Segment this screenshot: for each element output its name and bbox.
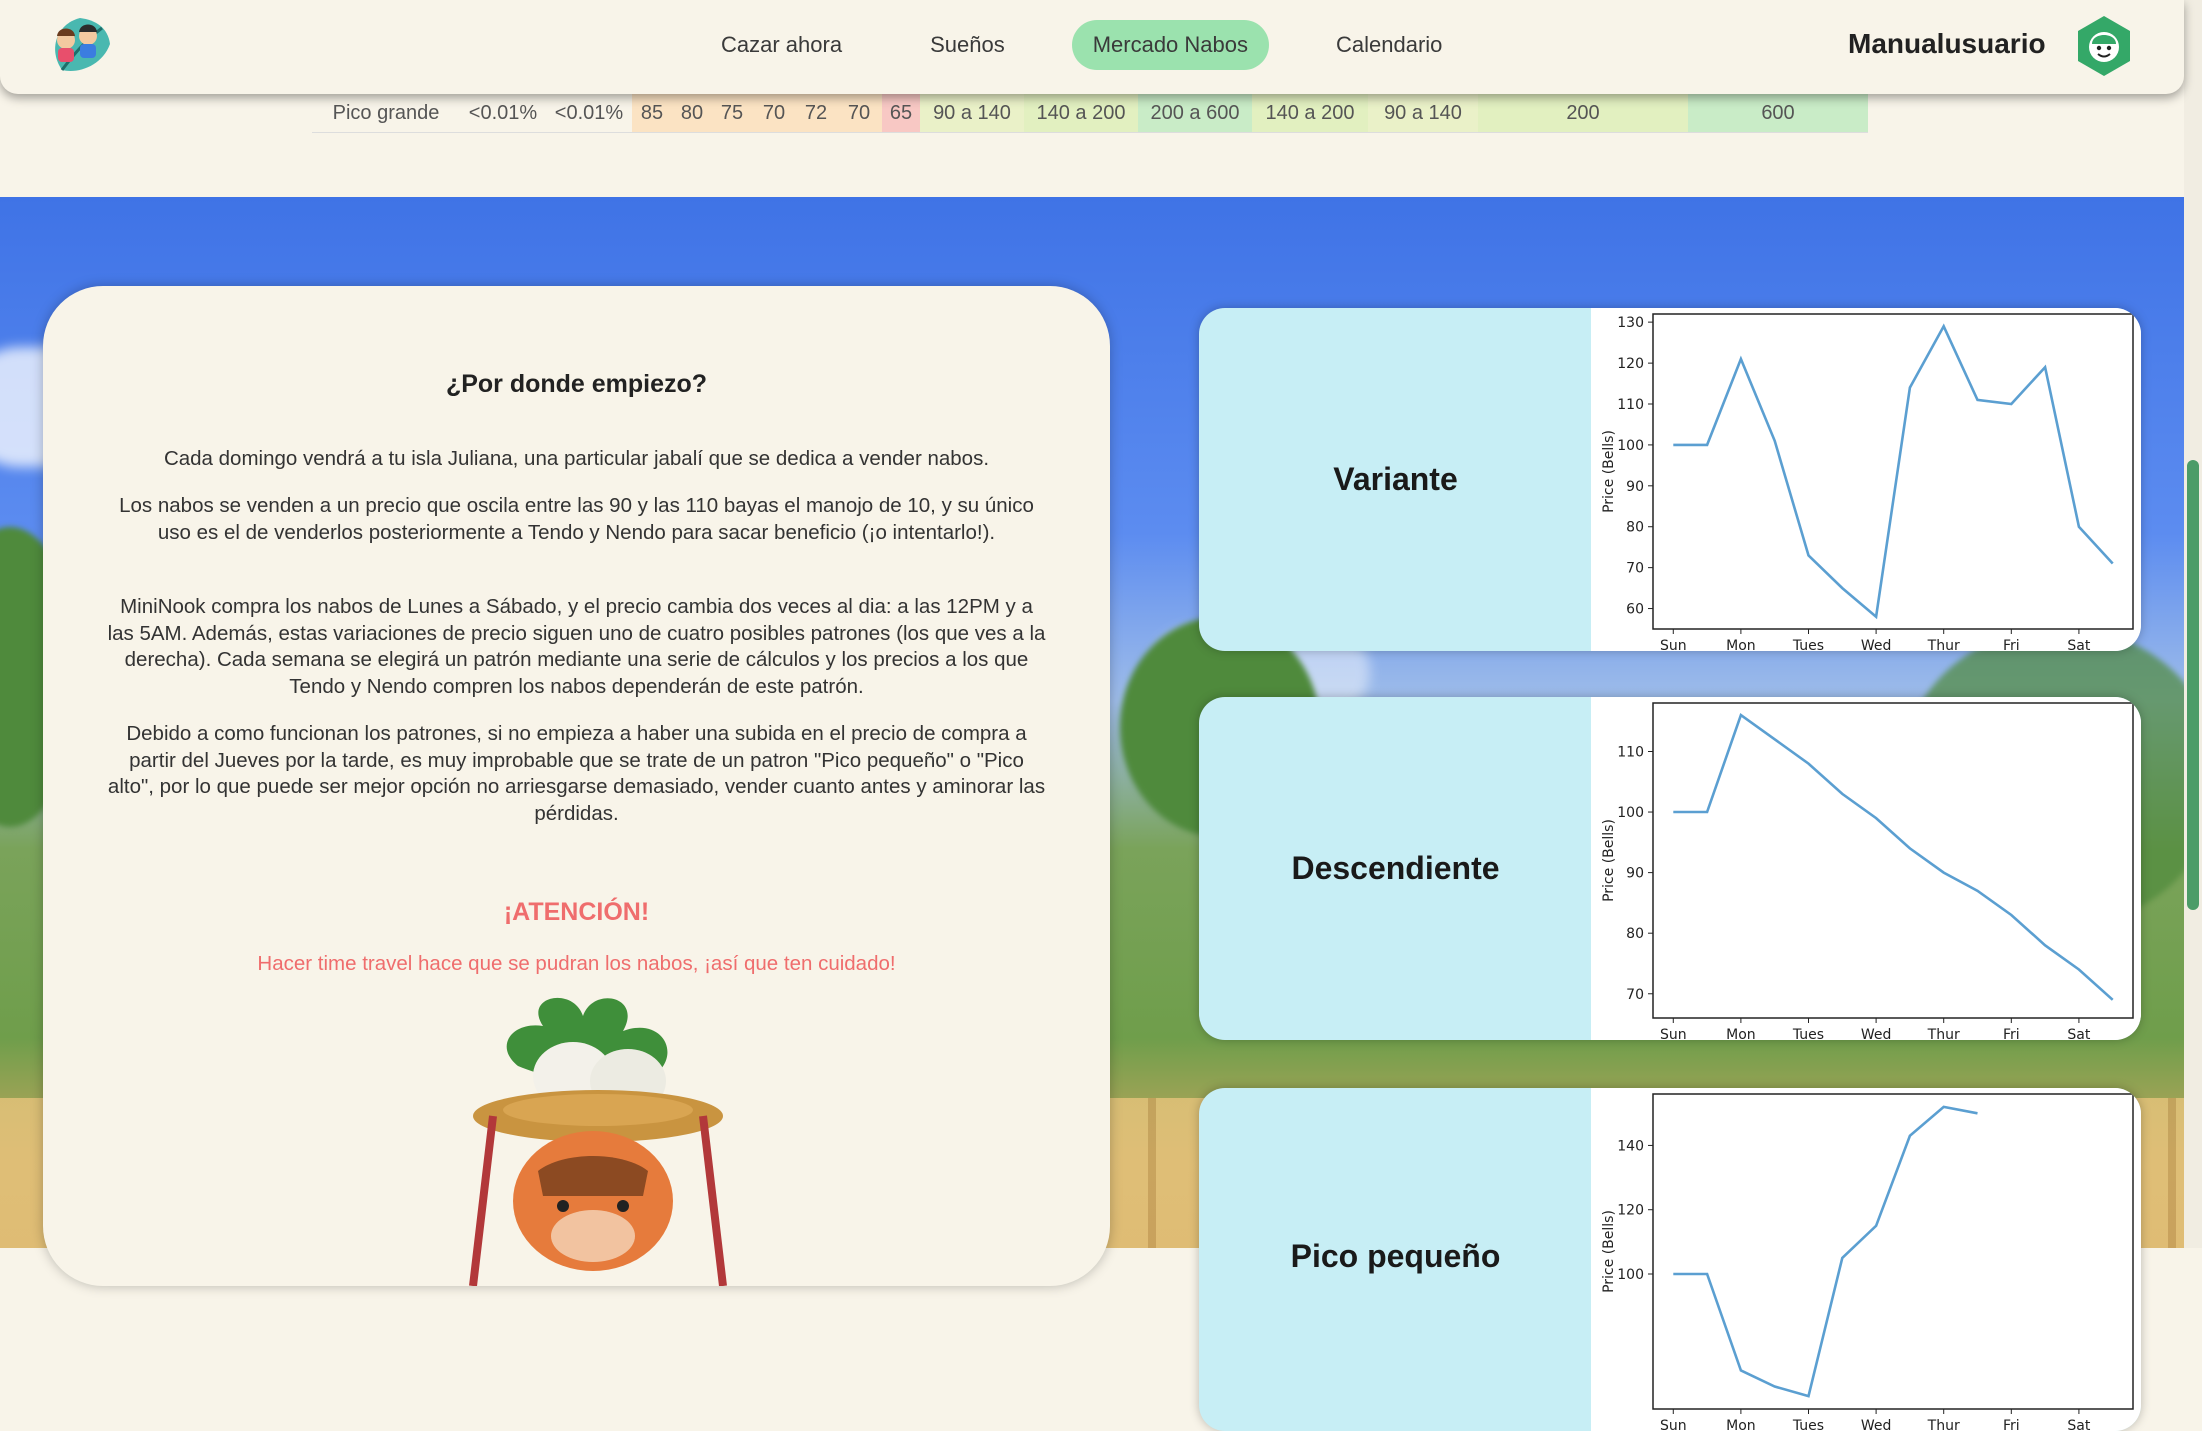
- y-tick-label: 110: [1617, 744, 1644, 760]
- daisy-mae-turnip-illustration: [423, 986, 783, 1286]
- x-tick-label: Sat: [2067, 1027, 2090, 1040]
- y-tick-label: 70: [1626, 561, 1644, 577]
- table-cell: 200: [1478, 94, 1688, 133]
- info-paragraph: Cada domingo vendrá a tu isla Juliana, u…: [105, 446, 1048, 473]
- y-tick-label: 90: [1626, 866, 1644, 882]
- y-tick-label: 100: [1617, 438, 1644, 454]
- y-axis-label: Price (Bells): [1601, 819, 1617, 902]
- y-tick-label: 120: [1617, 1203, 1644, 1219]
- table-cell: 140 a 200: [1252, 94, 1368, 133]
- x-tick-label: Fri: [2003, 1027, 2020, 1040]
- x-tick-label: Sat: [2067, 638, 2090, 651]
- y-axis-label: Price (Bells): [1601, 1210, 1617, 1293]
- scrollbar-thumb[interactable]: [2187, 460, 2199, 910]
- x-tick-label: Wed: [1861, 1027, 1892, 1040]
- price-series-line: [1673, 326, 2112, 616]
- pattern-chart-descendiente: 70 80 90 100 110 Sun Mon Tues Wed Thur Fri Sat Price…: [1591, 697, 2141, 1040]
- table-cell: <0.01%: [546, 94, 632, 133]
- x-tick-label: Wed: [1861, 638, 1892, 651]
- price-chart: 70 80 90 100 110 Sun Mon Tues Wed Thur Fri Sat Price…: [1591, 697, 2141, 1040]
- table-cell: 600: [1688, 94, 1868, 133]
- x-tick-label: Fri: [2003, 1418, 2020, 1431]
- info-paragraph: Debido a como funcionan los patrones, si…: [105, 721, 1048, 827]
- price-series-line: [1673, 1107, 1977, 1396]
- plot-frame: [1653, 1094, 2133, 1409]
- y-tick-label: 140: [1617, 1138, 1644, 1154]
- price-series-line: [1673, 715, 2112, 1000]
- y-tick-label: 70: [1626, 987, 1644, 1003]
- nav-suenos[interactable]: Sueños: [909, 20, 1026, 70]
- table-cell: 75: [712, 94, 752, 133]
- y-tick-label: 110: [1617, 397, 1644, 413]
- avatar[interactable]: [2072, 14, 2136, 78]
- pattern-title: Descendiente: [1199, 697, 1592, 1040]
- table-cell: 80: [672, 94, 712, 133]
- x-tick-label: Tues: [1792, 638, 1824, 651]
- x-tick-label: Wed: [1861, 1418, 1892, 1431]
- top-navbar: Cazar ahora Sueños Mercado Nabos Calenda…: [0, 0, 2184, 94]
- table-cell: <0.01%: [460, 94, 546, 133]
- x-tick-label: Sun: [1660, 1418, 1687, 1431]
- row-label: Pico grande: [312, 94, 460, 133]
- table-cell: 90 a 140: [920, 94, 1024, 133]
- pattern-card-descendiente: Descendiente 70 80 90 100 110 Sun Mon Tues Wed Th…: [1199, 697, 2141, 1040]
- y-tick-label: 100: [1617, 1267, 1644, 1283]
- table-cell: 200 a 600: [1138, 94, 1252, 133]
- info-card: ¿Por donde empiezo? Cada domingo vendrá …: [43, 286, 1110, 1286]
- username[interactable]: Manualusuario: [1848, 28, 2046, 60]
- nav-calendario[interactable]: Calendario: [1315, 20, 1463, 70]
- turnip-price-table: Pico grande <0.01% <0.01% 85 80 75 70 72…: [312, 94, 1868, 133]
- leaf-logo-icon[interactable]: [46, 14, 114, 76]
- table-cell: 140 a 200: [1024, 94, 1138, 133]
- plot-frame: [1653, 314, 2133, 629]
- x-tick-label: Fri: [2003, 638, 2020, 651]
- pattern-chart-pico-pequeno: 100 120 140 Sun Mon Tues Wed Thur Fri Sat Price (B…: [1591, 1088, 2141, 1431]
- page-scrollbar[interactable]: [2184, 0, 2202, 1248]
- y-tick-label: 120: [1617, 356, 1644, 372]
- x-tick-label: Mon: [1726, 1418, 1756, 1431]
- plot-frame: [1653, 703, 2133, 1018]
- nav-mercado-nabos[interactable]: Mercado Nabos: [1072, 20, 1269, 70]
- x-tick-label: Sat: [2067, 1418, 2090, 1431]
- pattern-title: Variante: [1199, 308, 1592, 651]
- info-title: ¿Por donde empiezo?: [43, 370, 1110, 399]
- table-cell: 90 a 140: [1368, 94, 1478, 133]
- info-paragraph: MiniNook compra los nabos de Lunes a Sáb…: [105, 594, 1048, 700]
- nav-cazar-ahora[interactable]: Cazar ahora: [700, 20, 863, 70]
- pattern-card-variante: Variante 60 70 80 90 100 110 120 130 Sun Mon Tues W…: [1199, 308, 2141, 651]
- table-cell: 72: [796, 94, 836, 133]
- table-row-pico-grande: Pico grande <0.01% <0.01% 85 80 75 70 72…: [312, 94, 1868, 133]
- pattern-card-pico-pequeno: Pico pequeño 100 120 140 Sun Mon Tues Wed Thur F…: [1199, 1088, 2141, 1431]
- table-cell: 70: [752, 94, 796, 133]
- table-cell: 65: [882, 94, 920, 133]
- table-cell: 85: [632, 94, 672, 133]
- y-axis-label: Price (Bells): [1601, 430, 1617, 513]
- attention-heading: ¡ATENCIÓN!: [43, 898, 1110, 927]
- time-travel-warning: Hacer time travel hace que se pudran los…: [43, 952, 1110, 976]
- x-tick-label: Mon: [1726, 638, 1756, 651]
- table-cell: 70: [836, 94, 882, 133]
- y-tick-label: 130: [1617, 315, 1644, 331]
- x-tick-label: Thur: [1927, 1027, 1960, 1040]
- main-nav: Cazar ahora Sueños Mercado Nabos Calenda…: [700, 20, 1509, 70]
- price-chart: 60 70 80 90 100 110 120 130 Sun Mon Tues Wed Thur Fri…: [1591, 308, 2141, 651]
- y-tick-label: 100: [1617, 805, 1644, 821]
- y-tick-label: 60: [1626, 602, 1644, 618]
- price-chart: 100 120 140 Sun Mon Tues Wed Thur Fri Sat Price (B…: [1591, 1088, 2141, 1431]
- pattern-chart-variante: 60 70 80 90 100 110 120 130 Sun Mon Tues Wed Thur Fri…: [1591, 308, 2141, 651]
- x-tick-label: Mon: [1726, 1027, 1756, 1040]
- x-tick-label: Tues: [1792, 1027, 1824, 1040]
- y-tick-label: 80: [1626, 520, 1644, 536]
- y-tick-label: 90: [1626, 479, 1644, 495]
- x-tick-label: Sun: [1660, 1027, 1687, 1040]
- info-paragraph: Los nabos se venden a un precio que osci…: [105, 493, 1048, 546]
- x-tick-label: Sun: [1660, 638, 1687, 651]
- x-tick-label: Tues: [1792, 1418, 1824, 1431]
- x-tick-label: Thur: [1927, 638, 1960, 651]
- x-tick-label: Thur: [1927, 1418, 1960, 1431]
- y-tick-label: 80: [1626, 926, 1644, 942]
- pattern-title: Pico pequeño: [1199, 1088, 1592, 1431]
